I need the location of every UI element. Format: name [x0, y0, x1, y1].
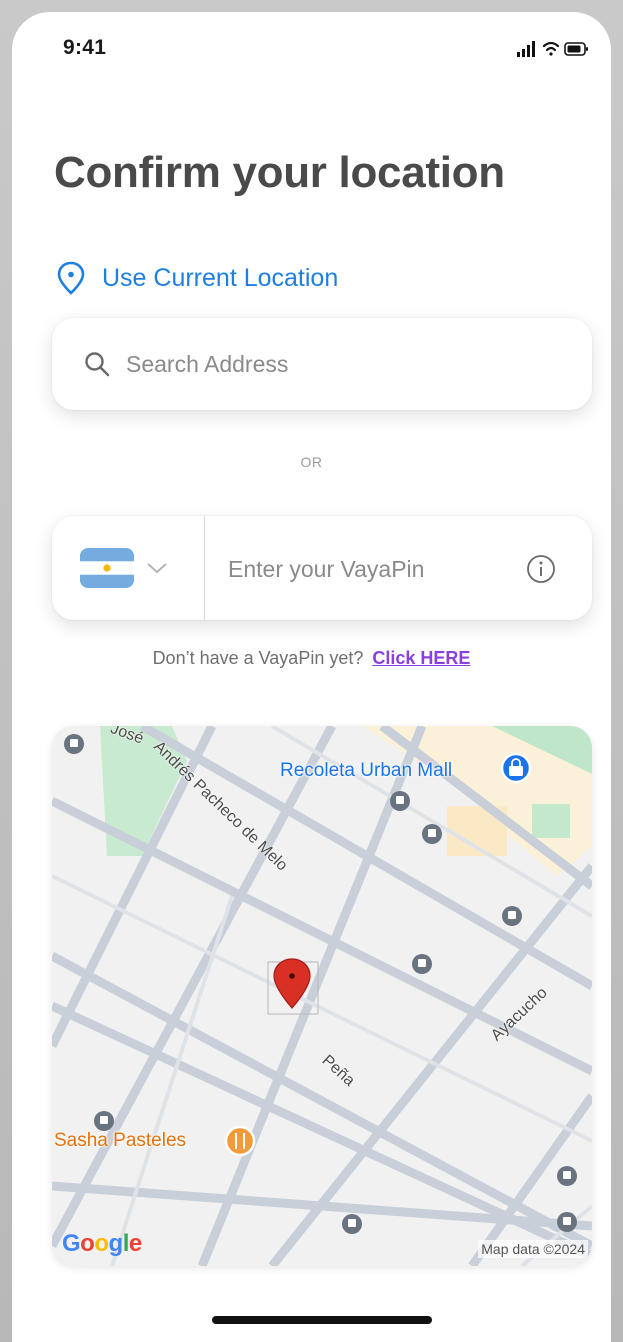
- vayapin-input[interactable]: [226, 546, 520, 592]
- search-icon: [85, 352, 110, 377]
- signal-icon: [517, 41, 535, 57]
- map-attribution: Map data ©2024: [478, 1240, 588, 1258]
- page-title: Confirm your location: [54, 148, 505, 197]
- status-icons: [517, 41, 588, 57]
- use-current-location-button[interactable]: Use Current Location: [56, 258, 338, 298]
- location-pin-icon: [57, 261, 85, 295]
- status-time: 9:41: [63, 36, 107, 59]
- home-indicator[interactable]: [212, 1316, 432, 1324]
- status-bar: 9:41: [12, 12, 611, 82]
- place-label-recoleta-urban-mall[interactable]: Recoleta Urban Mall: [280, 760, 452, 782]
- click-here-link[interactable]: Click HERE: [372, 648, 470, 668]
- wifi-icon: [542, 41, 560, 56]
- no-vayapin-text: Don’t have a VayaPin yet?: [152, 648, 364, 668]
- place-label-sasha-pasteles[interactable]: Sasha Pasteles: [54, 1130, 186, 1152]
- search-input[interactable]: [124, 349, 528, 379]
- google-logo: Google: [62, 1230, 142, 1257]
- restaurant-icon: [224, 1125, 256, 1157]
- or-divider-text: OR: [300, 454, 323, 470]
- vayapin-field: [52, 516, 592, 620]
- info-icon[interactable]: [526, 554, 556, 584]
- search-field[interactable]: [52, 318, 592, 410]
- phone-screen: 9:41 Confirm your location Use Current L…: [12, 12, 611, 1342]
- location-map[interactable]: José Andrés Pacheco de Melo Ayacucho Peñ…: [52, 726, 592, 1266]
- battery-icon: [564, 42, 588, 56]
- no-vayapin-prompt: Don’t have a VayaPin yet? Click HERE: [12, 648, 611, 669]
- use-current-location-label: Use Current Location: [102, 263, 339, 292]
- chevron-down-icon: [147, 563, 167, 574]
- argentina-flag-icon: [80, 548, 134, 588]
- map-canvas: [52, 726, 592, 1266]
- country-selector[interactable]: [52, 516, 204, 620]
- shopping-icon: [500, 752, 532, 784]
- field-divider: [204, 516, 205, 620]
